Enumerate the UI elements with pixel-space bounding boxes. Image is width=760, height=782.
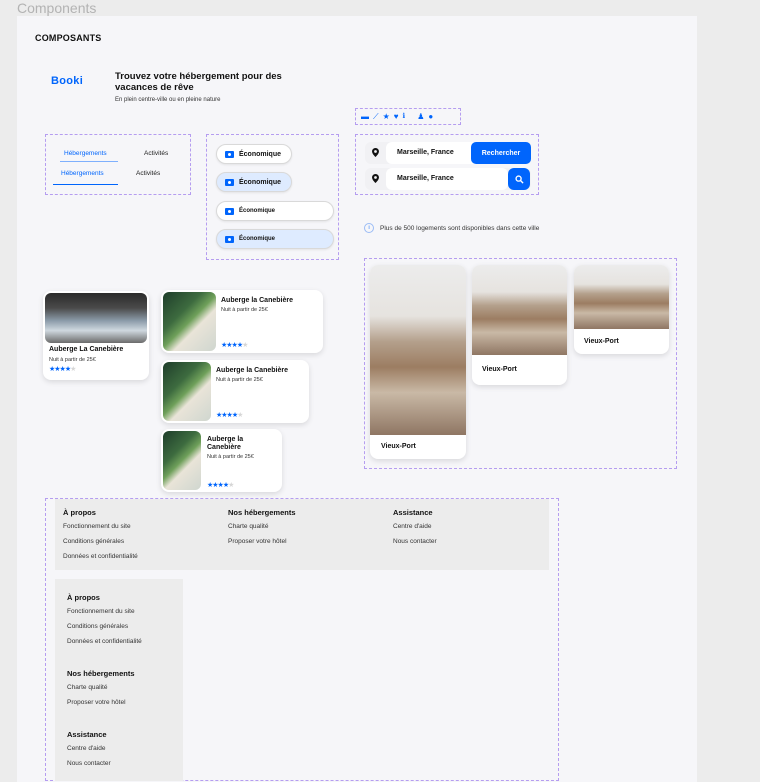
location-icon — [372, 174, 379, 183]
person-icon: ♟ — [417, 111, 425, 121]
frame-label: Components — [17, 0, 97, 16]
hostel-card-compact[interactable]: Auberge la Canebière Nuit à partir de 25… — [161, 429, 282, 492]
hero-subtitle: En plein centre-ville ou en pleine natur… — [115, 97, 221, 103]
star-icon: ★ — [382, 111, 390, 121]
footer-link[interactable]: Nous contacter — [393, 538, 437, 545]
icons-component-frame: ▬ ⟋ ★ ♥ ℹ ♟ ● — [355, 108, 461, 125]
footer-link[interactable]: Fonctionnement du site — [63, 523, 131, 530]
place-card-medium[interactable]: Vieux-Port — [472, 265, 567, 385]
money-icon — [225, 235, 234, 243]
card-title: Auberge la Canebière — [207, 436, 244, 451]
search-icon — [514, 174, 524, 184]
search-input[interactable]: Marseille, France — [397, 149, 454, 156]
money-icon — [225, 178, 234, 186]
footer-heading: Nos hébergements — [228, 508, 296, 517]
place-card-small[interactable]: Vieux-Port — [574, 265, 669, 354]
footer-link[interactable]: Proposer votre hôtel — [67, 699, 126, 706]
info-message: i Plus de 500 logements sont disponibles… — [364, 223, 539, 233]
card-price: Nuit à partir de 25€ — [49, 357, 96, 363]
hostel-photo — [163, 292, 216, 351]
footer-heading: Nos hébergements — [67, 669, 135, 678]
filter-chip-selected[interactable]: Économique — [216, 172, 292, 192]
hostel-photo — [163, 362, 211, 421]
tab-hebergements[interactable]: Hébergements — [64, 150, 107, 157]
money-icon — [225, 207, 234, 215]
money-icon: ▬ — [361, 111, 369, 121]
location-icon — [372, 148, 379, 157]
info-icon: i — [364, 223, 374, 233]
chart-icon: ⟋ — [373, 111, 379, 121]
info-icon: ℹ — [402, 112, 406, 120]
chip-label: Économique — [239, 236, 276, 242]
footer-link[interactable]: Proposer votre hôtel — [228, 538, 287, 545]
tabs-component-frame — [45, 134, 191, 195]
footer-link[interactable]: Conditions générales — [63, 538, 124, 545]
chip-label: Économique — [239, 178, 282, 186]
card-title: Auberge La Canebière — [49, 346, 124, 353]
footer-link[interactable]: Données et confidentialité — [63, 553, 138, 560]
heart-icon: ♥ — [393, 111, 399, 121]
hostel-card-vertical[interactable]: Auberge La Canebière Nuit à partir de 25… — [43, 291, 149, 380]
tab-activites[interactable]: Activités — [144, 150, 168, 157]
hero-title: Trouvez votre hébergement pour des vacan… — [115, 71, 282, 93]
card-title: Auberge la Canebière — [221, 297, 293, 304]
hostel-card-horizontal[interactable]: Auberge la Canebière Nuit à partir de 25… — [161, 360, 309, 423]
footer-link[interactable]: Nous contacter — [67, 760, 111, 767]
footer-link[interactable]: Données et confidentialité — [67, 638, 142, 645]
footer-link[interactable]: Charte qualité — [228, 523, 268, 530]
place-photo — [370, 265, 466, 435]
footer-heading: Assistance — [393, 508, 433, 517]
info-text: Plus de 500 logements sont disponibles d… — [380, 224, 540, 232]
footer-heading: À propos — [67, 593, 100, 602]
footer-link[interactable]: Centre d'aide — [393, 523, 431, 530]
hostel-photo — [45, 293, 147, 343]
card-price: Nuit à partir de 25€ — [221, 307, 268, 313]
filter-chip-wide[interactable]: Économique — [216, 201, 334, 221]
tab-hebergements-active[interactable]: Hébergements — [61, 170, 104, 177]
place-name: Vieux-Port — [482, 366, 517, 373]
rating-stars: ★★★★★ — [216, 412, 243, 419]
logo[interactable]: Booki — [51, 75, 83, 87]
place-name: Vieux-Port — [381, 443, 416, 450]
footer-link[interactable]: Fonctionnement du site — [67, 608, 135, 615]
place-photo — [574, 265, 669, 329]
card-title: Auberge la Canebière — [216, 367, 288, 374]
footer-heading: Assistance — [67, 730, 107, 739]
footer-link[interactable]: Centre d'aide — [67, 745, 105, 752]
tab-active-underline — [53, 184, 118, 185]
tab-hover-underline — [60, 161, 118, 162]
search-input-compact[interactable]: Marseille, France — [397, 175, 454, 182]
page-title: COMPOSANTS — [35, 33, 102, 43]
footer-link[interactable]: Conditions générales — [67, 623, 128, 630]
fire-icon: ● — [428, 111, 434, 121]
footer-heading: À propos — [63, 508, 96, 517]
place-photo — [472, 265, 567, 355]
rating-stars: ★★★★★ — [221, 342, 248, 349]
chip-label: Économique — [239, 150, 282, 158]
money-icon — [225, 150, 234, 158]
tab-activites-2[interactable]: Activités — [136, 170, 160, 177]
card-price: Nuit à partir de 25€ — [207, 454, 254, 460]
place-name: Vieux-Port — [584, 338, 619, 345]
filter-chip-wide-selected[interactable]: Économique — [216, 229, 334, 249]
filter-chip[interactable]: Économique — [216, 144, 292, 164]
rating-stars: ★★★★★ — [49, 366, 76, 373]
search-icon-button[interactable] — [508, 168, 530, 190]
place-card-tall[interactable]: Vieux-Port — [370, 265, 466, 459]
search-button[interactable]: Rechercher — [471, 142, 531, 164]
rating-stars: ★★★★★ — [207, 482, 234, 489]
card-price: Nuit à partir de 25€ — [216, 377, 263, 383]
footer-link[interactable]: Charte qualité — [67, 684, 107, 691]
hostel-photo — [163, 431, 201, 490]
chip-label: Économique — [239, 208, 276, 214]
hostel-card-horizontal[interactable]: Auberge la Canebière Nuit à partir de 25… — [161, 290, 323, 353]
